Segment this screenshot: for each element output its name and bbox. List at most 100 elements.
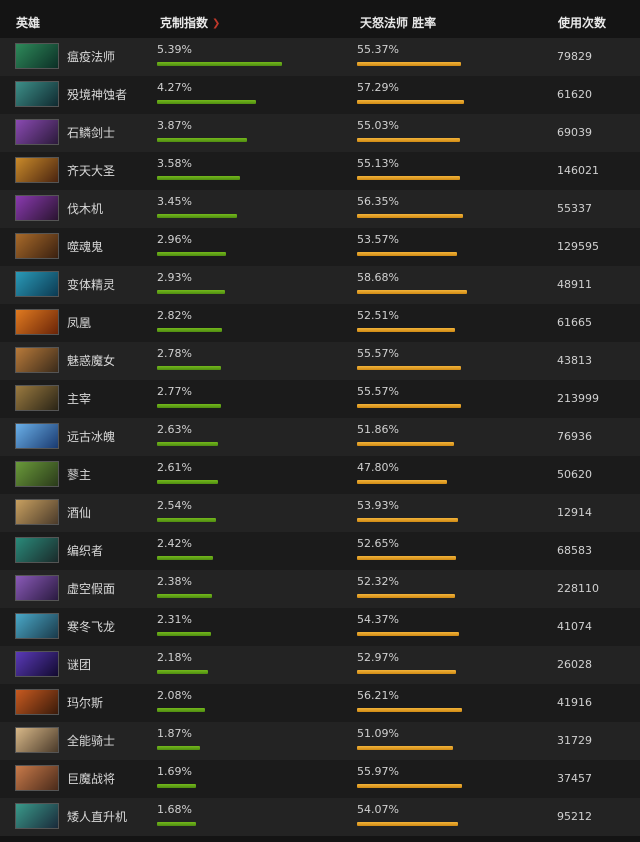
table-row[interactable]: 远古冰魄 2.63% 51.86% 76936 [0,418,640,456]
counter-index-bar [157,708,205,712]
counter-index-value: 2.96% [157,233,192,246]
hero-name[interactable]: 谜团 [67,658,91,672]
table-row[interactable]: 殁境神蚀者 4.27% 57.29% 61620 [0,76,640,114]
usage-count: 43813 [557,354,592,367]
hero-avatar[interactable] [15,575,59,601]
hero-avatar[interactable] [15,613,59,639]
table-row[interactable]: 巨魔战将 1.69% 55.97% 37457 [0,760,640,798]
hero-name[interactable]: 凤凰 [67,316,91,330]
hero-avatar[interactable] [15,423,59,449]
hero-name[interactable]: 矮人直升机 [67,810,127,824]
winrate-bar [357,746,453,750]
table-row[interactable]: 噬魂鬼 2.96% 53.57% 129595 [0,228,640,266]
counter-index-bar [157,784,196,788]
column-header-hero[interactable]: 英雄 [16,16,40,30]
winrate-value: 55.57% [357,385,399,398]
hero-name[interactable]: 魅惑魔女 [67,354,115,368]
hero-name[interactable]: 齐天大圣 [67,164,115,178]
hero-name[interactable]: 石鳞剑士 [67,126,115,140]
counter-index-value: 2.38% [157,575,192,588]
winrate-value: 56.21% [357,689,399,702]
table-row[interactable]: 矮人直升机 1.68% 54.07% 95212 [0,798,640,836]
hero-avatar[interactable] [15,43,59,69]
table-row[interactable]: 玛尔斯 2.08% 56.21% 41916 [0,684,640,722]
table-row[interactable]: 编织者 2.42% 52.65% 68583 [0,532,640,570]
counter-index-bar [157,518,216,522]
table-row[interactable]: 谜团 2.18% 52.97% 26028 [0,646,640,684]
winrate-value: 55.03% [357,119,399,132]
hero-avatar[interactable] [15,347,59,373]
table-row[interactable]: 全能骑士 1.87% 51.09% 31729 [0,722,640,760]
usage-count: 31729 [557,734,592,747]
table-row[interactable]: 虚空假面 2.38% 52.32% 228110 [0,570,640,608]
hero-avatar[interactable] [15,233,59,259]
column-header-counter-index[interactable]: 克制指数 ❯ [160,16,220,31]
winrate-bar [357,366,461,370]
table-row[interactable]: 魅惑魔女 2.78% 55.57% 43813 [0,342,640,380]
column-header-winrate[interactable]: 天怒法师 胜率 [360,16,436,30]
table-row[interactable]: 瘟疫法师 5.39% 55.37% 79829 [0,38,640,76]
hero-avatar[interactable] [15,461,59,487]
hero-avatar[interactable] [15,119,59,145]
table-row[interactable]: 伐木机 3.45% 56.35% 55337 [0,190,640,228]
hero-name[interactable]: 变体精灵 [67,278,115,292]
hero-avatar[interactable] [15,765,59,791]
winrate-value: 52.32% [357,575,399,588]
winrate-bar [357,138,460,142]
hero-avatar[interactable] [15,271,59,297]
winrate-value: 53.57% [357,233,399,246]
winrate-bar [357,252,457,256]
hero-avatar[interactable] [15,157,59,183]
usage-count: 228110 [557,582,599,595]
winrate-bar [357,442,454,446]
table-header: 英雄 克制指数 ❯ 天怒法师 胜率 使用次数 [0,0,640,36]
hero-name[interactable]: 巨魔战将 [67,772,115,786]
counter-index-bar [157,822,196,826]
winrate-value: 47.80% [357,461,399,474]
hero-name[interactable]: 远古冰魄 [67,430,115,444]
hero-name[interactable]: 编织者 [67,544,103,558]
hero-name[interactable]: 寒冬飞龙 [67,620,115,634]
table-row[interactable]: 齐天大圣 3.58% 55.13% 146021 [0,152,640,190]
winrate-value: 53.93% [357,499,399,512]
hero-name[interactable]: 伐木机 [67,202,103,216]
hero-name[interactable]: 噬魂鬼 [67,240,103,254]
hero-name[interactable]: 蓼主 [67,468,91,482]
chevron-down-icon[interactable]: ❯ [212,17,220,31]
hero-avatar[interactable] [15,803,59,829]
hero-name[interactable]: 玛尔斯 [67,696,103,710]
hero-avatar[interactable] [15,385,59,411]
table-row[interactable]: 凤凰 2.82% 52.51% 61665 [0,304,640,342]
table-row[interactable]: 变体精灵 2.93% 58.68% 48911 [0,266,640,304]
hero-avatar[interactable] [15,537,59,563]
counter-index-bar [157,62,282,66]
table-row[interactable]: 主宰 2.77% 55.57% 213999 [0,380,640,418]
hero-name[interactable]: 全能骑士 [67,734,115,748]
hero-avatar[interactable] [15,727,59,753]
hero-avatar[interactable] [15,689,59,715]
hero-avatar[interactable] [15,309,59,335]
table-row[interactable]: 酒仙 2.54% 53.93% 12914 [0,494,640,532]
hero-avatar[interactable] [15,651,59,677]
table-row[interactable]: 石鳞剑士 3.87% 55.03% 69039 [0,114,640,152]
hero-name[interactable]: 虚空假面 [67,582,115,596]
usage-count: 79829 [557,50,592,63]
counter-index-bar [157,328,222,332]
usage-count: 61620 [557,88,592,101]
table-body: 瘟疫法师 5.39% 55.37% 79829 殁境神蚀者 4.27% 57.29% 6162… [0,38,640,836]
counter-index-bar [157,632,211,636]
winrate-value: 52.65% [357,537,399,550]
table-row[interactable]: 寒冬飞龙 2.31% 54.37% 41074 [0,608,640,646]
hero-avatar[interactable] [15,81,59,107]
winrate-bar [357,176,460,180]
counter-index-bar [157,290,225,294]
hero-name[interactable]: 主宰 [67,392,91,406]
column-header-count[interactable]: 使用次数 [558,16,606,30]
hero-name[interactable]: 瘟疫法师 [67,50,115,64]
hero-name[interactable]: 殁境神蚀者 [67,88,127,102]
hero-avatar[interactable] [15,195,59,221]
hero-avatar[interactable] [15,499,59,525]
hero-name[interactable]: 酒仙 [67,506,91,520]
table-row[interactable]: 蓼主 2.61% 47.80% 50620 [0,456,640,494]
counter-index-value: 2.18% [157,651,192,664]
